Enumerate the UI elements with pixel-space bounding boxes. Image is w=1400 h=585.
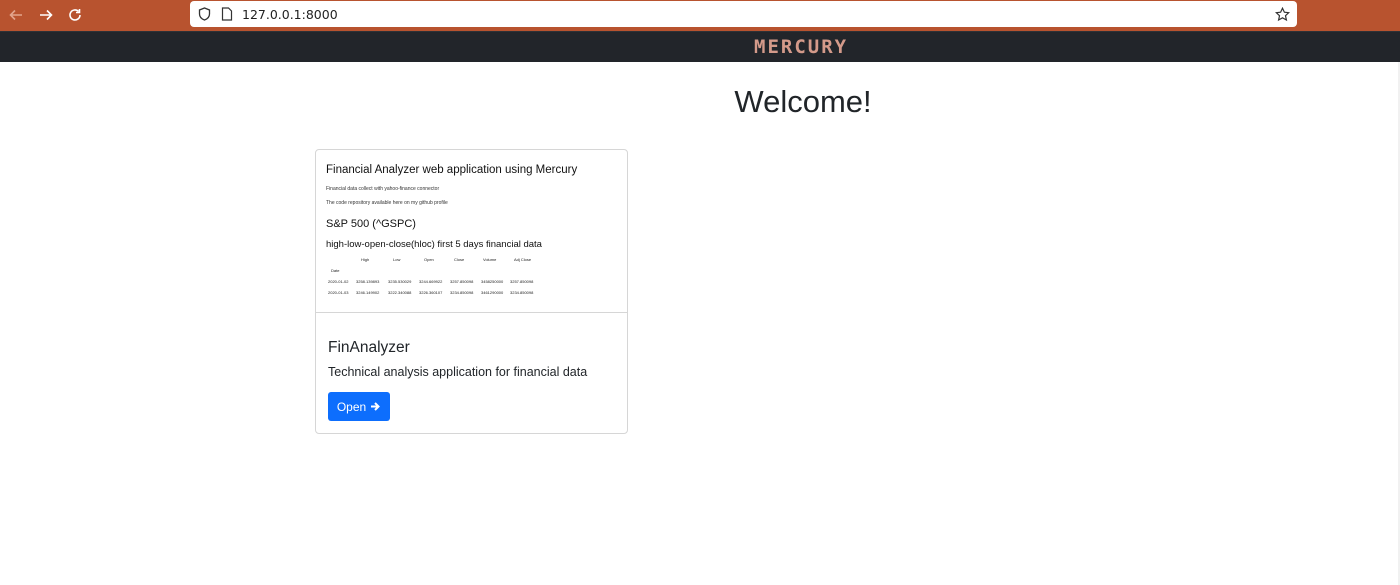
table-cell: 2020-01-02 (328, 279, 349, 284)
back-button[interactable] (5, 4, 27, 26)
table-cell: 3246.149902 (356, 290, 380, 295)
card-title: FinAnalyzer (328, 339, 410, 356)
preview-heading: S&P 500 (^GSPC) (326, 218, 416, 230)
arrow-right-icon (371, 402, 381, 411)
page-icon[interactable] (219, 6, 235, 22)
table-header: Adj Close (514, 257, 532, 262)
reload-icon (69, 9, 81, 21)
arrow-right-icon (40, 9, 53, 21)
table-index-label: Date (331, 268, 340, 273)
preview-line: Financial data collect with yahoo-financ… (326, 186, 440, 192)
card-description: Technical analysis application for finan… (328, 365, 588, 379)
table-cell: 3235.530029 (388, 279, 412, 284)
brand-logo[interactable]: MERCURY (754, 36, 848, 58)
table-header: High (361, 257, 370, 262)
table-cell: 3226.360107 (419, 290, 443, 295)
app-navbar: MERCURY (0, 31, 1400, 62)
table-cell: 3258.139893 (356, 279, 380, 284)
table-header: Open (424, 257, 434, 262)
table-cell: 3234.850098 (450, 290, 474, 295)
reload-button[interactable] (64, 4, 86, 26)
table-cell: 3257.850098 (450, 279, 474, 284)
preview-line: The code repository available here on my… (326, 200, 448, 206)
app-card[interactable]: Financial Analyzer web application using… (315, 149, 628, 434)
url-text[interactable]: 127.0.0.1:8000 (242, 7, 338, 22)
table-cell: 3222.340088 (388, 290, 412, 295)
arrow-left-icon (9, 9, 22, 21)
preview-subheading: high-low-open-close(hloc) first 5 days f… (326, 239, 542, 250)
address-bar[interactable]: 127.0.0.1:8000 (190, 1, 1297, 27)
table-cell: 3244.669922 (419, 279, 443, 284)
table-cell: 3458250000 (481, 279, 504, 284)
open-button-label: Open (336, 399, 367, 414)
table-header: Volume (483, 257, 497, 262)
table-cell: 3234.850098 (510, 290, 534, 295)
table-cell: 3461290000 (481, 290, 504, 295)
forward-button[interactable] (35, 4, 57, 26)
table-cell: 3257.850098 (510, 279, 534, 284)
table-cell: 2020-01-03 (328, 290, 349, 295)
open-button[interactable]: Open (328, 392, 390, 421)
browser-toolbar: 127.0.0.1:8000 (0, 0, 1400, 31)
shield-icon[interactable] (196, 6, 212, 22)
page-title: Welcome! (734, 84, 872, 119)
notebook-preview[interactable]: Financial Analyzer web application using… (316, 150, 627, 313)
preview-title: Financial Analyzer web application using… (326, 164, 578, 176)
table-header: Low (393, 257, 401, 262)
star-icon[interactable] (1273, 5, 1291, 23)
table-header: Close (454, 257, 465, 262)
